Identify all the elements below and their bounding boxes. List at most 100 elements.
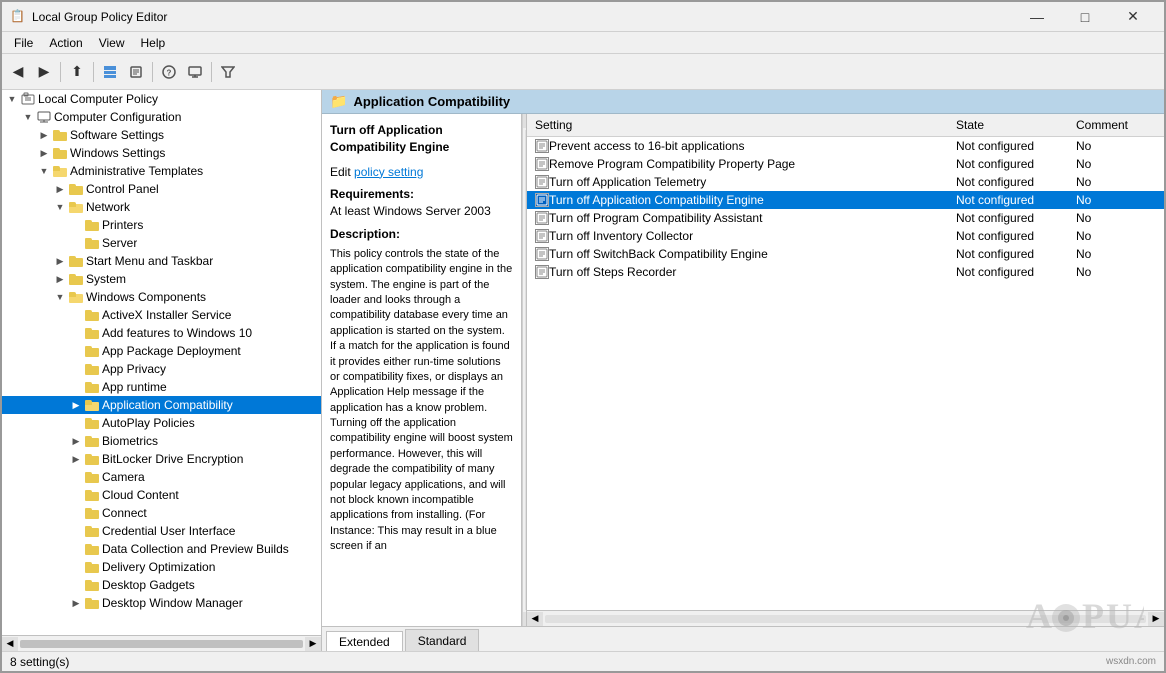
maximize-button[interactable]: □ xyxy=(1062,2,1108,32)
tree-bitlocker[interactable]: ▶ BitLocker Drive Encryption xyxy=(2,450,321,468)
computer-button[interactable] xyxy=(183,60,207,84)
settings-scroll-left[interactable]: ◀ xyxy=(527,612,543,626)
app-package-icon xyxy=(84,343,100,359)
tree-windows-settings[interactable]: ▶ Windows Settings xyxy=(2,144,321,162)
tab-standard[interactable]: Standard xyxy=(405,629,480,651)
tree-system[interactable]: ▶ System xyxy=(2,270,321,288)
row-6-state: Not configured xyxy=(956,229,1076,243)
properties-button[interactable] xyxy=(124,60,148,84)
section-header-title: Application Compatibility xyxy=(353,94,510,109)
tree-app-runtime[interactable]: ▶ App runtime xyxy=(2,378,321,396)
policy-icon-3 xyxy=(535,175,549,189)
settings-list[interactable]: Prevent access to 16-bit applications No… xyxy=(527,137,1164,610)
tree-cloud-content[interactable]: ▶ Cloud Content xyxy=(2,486,321,504)
cloud-content-expander: ▶ xyxy=(68,487,84,503)
tree-scroll[interactable]: ▼ Local Computer Policy ▼ Computer Confi… xyxy=(2,90,321,635)
menu-bar: File Action View Help xyxy=(2,32,1164,54)
server-label: Server xyxy=(102,236,137,250)
bitlocker-icon xyxy=(84,451,100,467)
settings-row-8[interactable]: Turn off Steps Recorder Not configured N… xyxy=(527,263,1164,281)
settings-row-7[interactable]: Turn off SwitchBack Compatibility Engine… xyxy=(527,245,1164,263)
desktop-gadgets-expander: ▶ xyxy=(68,577,84,593)
row-3-name: Turn off Application Telemetry xyxy=(549,175,956,189)
windows-settings-icon xyxy=(52,145,68,161)
tree-desktop-gadgets[interactable]: ▶ Desktop Gadgets xyxy=(2,576,321,594)
settings-scroll-right[interactable]: ▶ xyxy=(1148,612,1164,626)
camera-expander: ▶ xyxy=(68,469,84,485)
app-compat-expander: ▶ xyxy=(68,397,84,413)
tree-app-compat[interactable]: ▶ Application Compatibility xyxy=(2,396,321,414)
tree-app-package[interactable]: ▶ App Package Deployment xyxy=(2,342,321,360)
forward-button[interactable]: ▶ xyxy=(32,60,56,84)
close-button[interactable]: ✕ xyxy=(1110,2,1156,32)
app-icon: 📋 xyxy=(10,9,26,25)
tree-autoplay[interactable]: ▶ AutoPlay Policies xyxy=(2,414,321,432)
menu-action[interactable]: Action xyxy=(41,34,90,52)
menu-file[interactable]: File xyxy=(6,34,41,52)
detail-edit-link[interactable]: policy setting xyxy=(354,165,423,179)
settings-row-2[interactable]: Remove Program Compatibility Property Pa… xyxy=(527,155,1164,173)
tree-add-features[interactable]: ▶ Add features to Windows 10 xyxy=(2,324,321,342)
tree-computer-config[interactable]: ▼ Computer Configuration xyxy=(2,108,321,126)
tree-printers[interactable]: ▶ Printers xyxy=(2,216,321,234)
add-features-label: Add features to Windows 10 xyxy=(102,326,252,340)
desktop-gadgets-icon xyxy=(84,577,100,593)
help-button[interactable]: ? xyxy=(157,60,181,84)
tree-software-settings[interactable]: ▶ Software Settings xyxy=(2,126,321,144)
delivery-opt-label: Delivery Optimization xyxy=(102,560,215,574)
tree-biometrics[interactable]: ▶ Biometrics xyxy=(2,432,321,450)
settings-row-6[interactable]: Turn off Inventory Collector Not configu… xyxy=(527,227,1164,245)
tree-root[interactable]: ▼ Local Computer Policy xyxy=(2,90,321,108)
settings-row-1[interactable]: Prevent access to 16-bit applications No… xyxy=(527,137,1164,155)
tree-start-menu[interactable]: ▶ Start Menu and Taskbar xyxy=(2,252,321,270)
tree-activex[interactable]: ▶ ActiveX Installer Service xyxy=(2,306,321,324)
filter-button[interactable] xyxy=(216,60,240,84)
root-icon xyxy=(20,91,36,107)
settings-row-5[interactable]: Turn off Program Compatibility Assistant… xyxy=(527,209,1164,227)
menu-view[interactable]: View xyxy=(91,34,133,52)
tree-app-privacy[interactable]: ▶ App Privacy xyxy=(2,360,321,378)
app-compat-label: Application Compatibility xyxy=(102,398,233,412)
tree-data-collection[interactable]: ▶ Data Collection and Preview Builds xyxy=(2,540,321,558)
tree-delivery-opt[interactable]: ▶ Delivery Optimization xyxy=(2,558,321,576)
minimize-button[interactable]: — xyxy=(1014,2,1060,32)
app-package-expander: ▶ xyxy=(68,343,84,359)
row-3-comment: No xyxy=(1076,175,1156,189)
tree-h-scrollbar[interactable]: ◀ ▶ xyxy=(2,635,321,651)
network-label: Network xyxy=(86,200,130,214)
show-hide-button[interactable] xyxy=(98,60,122,84)
system-label: System xyxy=(86,272,126,286)
app-runtime-label: App runtime xyxy=(102,380,167,394)
up-button[interactable]: ⬆ xyxy=(65,60,89,84)
computer-icon xyxy=(188,65,202,79)
activex-label: ActiveX Installer Service xyxy=(102,308,231,322)
tab-extended-label: Extended xyxy=(339,635,390,649)
tree-connect[interactable]: ▶ Connect xyxy=(2,504,321,522)
tree-camera[interactable]: ▶ Camera xyxy=(2,468,321,486)
tree-network[interactable]: ▼ Network xyxy=(2,198,321,216)
menu-help[interactable]: Help xyxy=(133,34,174,52)
col-setting: Setting xyxy=(535,118,956,132)
separator-4 xyxy=(211,62,212,82)
tree-windows-components[interactable]: ▼ Windows Components xyxy=(2,288,321,306)
control-panel-label: Control Panel xyxy=(86,182,159,196)
policy-icon-8 xyxy=(535,265,549,279)
printers-icon xyxy=(84,217,100,233)
tree-admin-templates[interactable]: ▼ Administrative Templates xyxy=(2,162,321,180)
tree-scroll-left[interactable]: ◀ xyxy=(2,637,18,651)
tree-desktop-window-mgr[interactable]: ▶ Desktop Window Manager xyxy=(2,594,321,612)
help-icon: ? xyxy=(162,65,176,79)
row-8-state: Not configured xyxy=(956,265,1076,279)
tree-credential-ui[interactable]: ▶ Credential User Interface xyxy=(2,522,321,540)
settings-h-scrollbar[interactable]: ◀ ▶ xyxy=(527,610,1164,626)
windows-components-label: Windows Components xyxy=(86,290,206,304)
settings-row-3[interactable]: Turn off Application Telemetry Not confi… xyxy=(527,173,1164,191)
settings-row-4[interactable]: Turn off Application Compatibility Engin… xyxy=(527,191,1164,209)
network-expander: ▼ xyxy=(52,199,68,215)
tree-scroll-right[interactable]: ▶ xyxy=(305,637,321,651)
detail-description-section: Description: This policy controls the st… xyxy=(330,226,513,555)
back-button[interactable]: ◀ xyxy=(6,60,30,84)
tree-control-panel[interactable]: ▶ Control Panel xyxy=(2,180,321,198)
tab-extended[interactable]: Extended xyxy=(326,631,403,651)
tree-server[interactable]: ▶ Server xyxy=(2,234,321,252)
